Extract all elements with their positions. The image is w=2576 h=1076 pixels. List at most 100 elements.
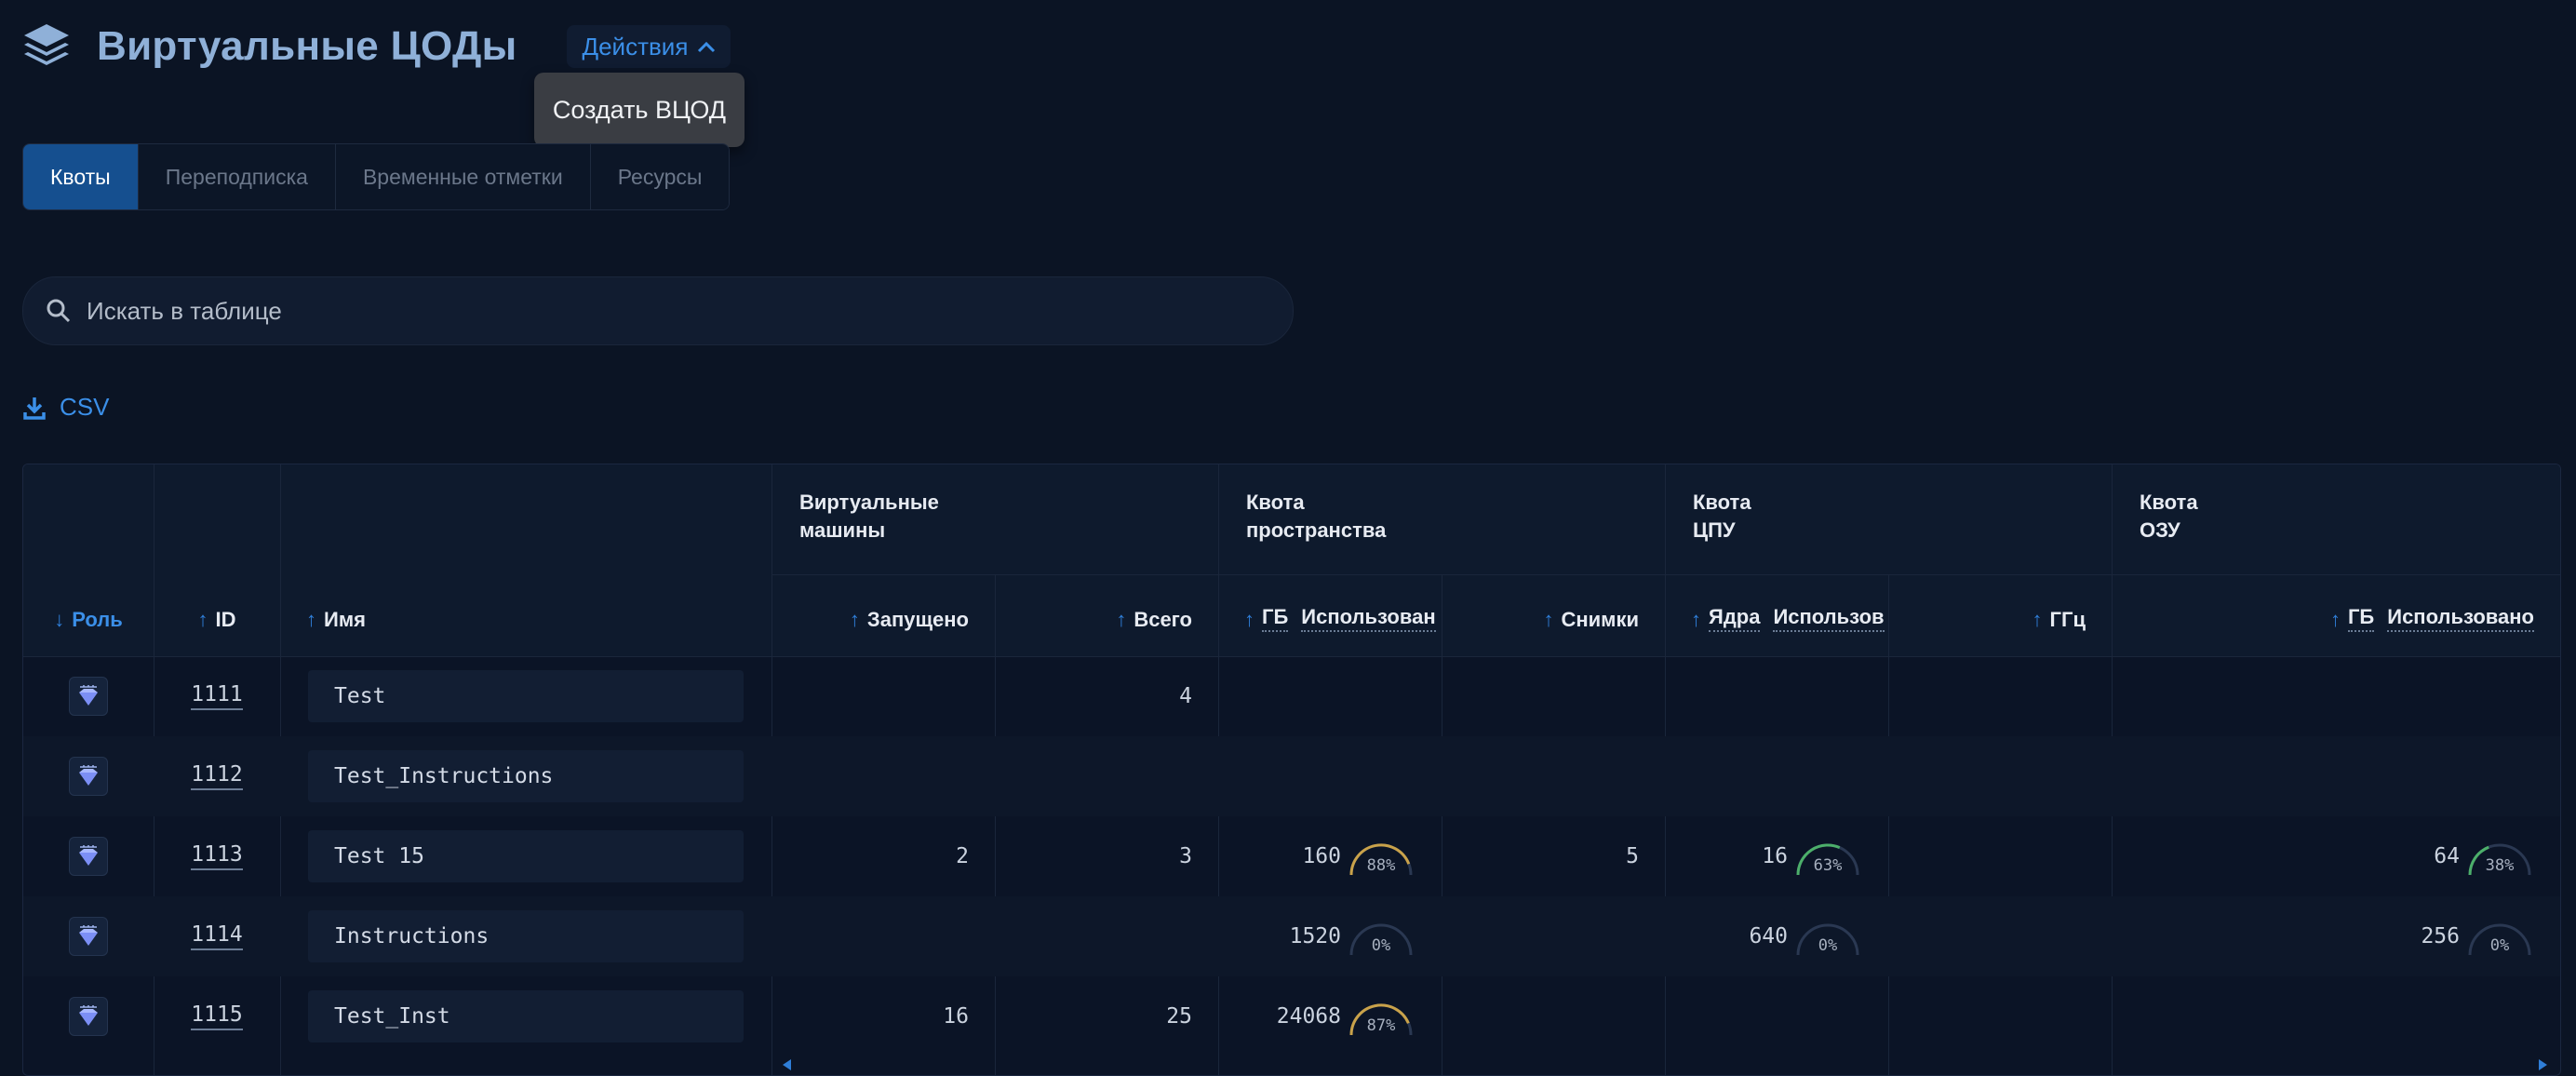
total-cell-value: 3 — [1179, 844, 1192, 868]
snapshots-sort-up-icon: ↑ — [1543, 608, 1554, 631]
column-cores[interactable]: ↑ Ядра Использов — [1665, 574, 1888, 656]
space-usage-gauge: 87% — [1347, 996, 1415, 1037]
search-input[interactable] — [85, 295, 1205, 327]
total-cell: 3 — [995, 816, 1218, 896]
column-name[interactable]: ↑ Имя — [280, 574, 771, 656]
actions-button[interactable]: Действия — [567, 25, 731, 68]
horizontal-scrollbar[interactable] — [759, 1056, 2547, 1074]
ram-used-header-label: Использовано — [2387, 605, 2534, 632]
id-link[interactable]: 1113 — [191, 842, 243, 870]
id-cell: 1112 — [154, 736, 280, 816]
ram-usage-gauge-percent: 38% — [2485, 856, 2515, 875]
cores-usage-gauge: 63% — [1793, 836, 1862, 877]
csv-export-button[interactable]: CSV — [22, 393, 109, 422]
cores-cell — [1665, 656, 1888, 736]
id-sort-up-icon: ↑ — [197, 608, 208, 631]
diamond-crown-icon — [69, 997, 108, 1036]
tab-2[interactable]: Временные отметки — [334, 144, 590, 209]
total-cell: 25 — [995, 976, 1218, 1056]
column-ghz[interactable]: ↑ ГГц — [1888, 574, 2112, 656]
running-sort-up-icon: ↑ — [849, 608, 860, 631]
cores-header-label: Ядра — [1709, 605, 1761, 632]
ghz-cell — [1888, 976, 2112, 1056]
app-header: Виртуальные ЦОДы Действия — [20, 17, 731, 76]
page-title: Виртуальные ЦОДы — [97, 23, 517, 69]
create-vdc-menu-item[interactable]: Создать ВЦОД — [534, 73, 745, 147]
column-role[interactable]: ↓ Роль — [23, 574, 154, 656]
name-field[interactable]: Instructions — [308, 910, 744, 962]
ram-cell-value: 64 — [2434, 844, 2460, 868]
snapshots-cell: 5 — [1442, 816, 1665, 896]
table-row[interactable]: 1111 Test 4 — [23, 656, 2560, 736]
tab-bar: Квоты Переподписка Временные отметки Ресурс… — [22, 143, 731, 210]
ram-usage-gauge: 0% — [2465, 916, 2534, 957]
name-cell: Test 15 — [308, 816, 771, 896]
diamond-crown-icon — [69, 837, 108, 876]
tab-3[interactable]: Ресурсы — [589, 144, 730, 209]
role-sort-down-icon: ↓ — [54, 608, 65, 631]
snapshots-cell — [1442, 656, 1665, 736]
column-id[interactable]: ↑ ID — [154, 574, 280, 656]
name-field[interactable]: Test_Inst — [308, 990, 744, 1042]
diamond-icon — [79, 925, 98, 946]
group-header-vm: Виртуальные машины — [799, 491, 939, 542]
diamond-icon — [79, 765, 98, 786]
total-cell-value: 4 — [1179, 684, 1192, 708]
ram-cell-value: 256 — [2421, 924, 2460, 948]
total-header-label: Всего — [1134, 608, 1192, 631]
id-link[interactable]: 1115 — [191, 1002, 243, 1030]
ram-cell — [2112, 736, 2560, 816]
scroll-left-icon[interactable] — [780, 1057, 793, 1072]
running-cell — [771, 736, 995, 816]
total-cell — [995, 736, 1218, 816]
ram-cell — [2112, 656, 2560, 736]
running-cell: 2 — [771, 816, 995, 896]
name-field[interactable]: Test 15 — [308, 830, 744, 882]
diamond-crown-icon — [69, 677, 108, 716]
column-total[interactable]: ↑ Всего — [995, 574, 1218, 656]
snapshots-cell — [1442, 976, 1665, 1056]
role-cell — [23, 736, 154, 816]
name-field[interactable]: Test — [308, 670, 744, 722]
table-row[interactable]: 1115 Test_Inst 16 25 24068 87% — [23, 976, 2560, 1056]
id-link[interactable]: 1114 — [191, 922, 243, 950]
table-row[interactable]: 1113 Test 15 2 3 160 88% 5 16 63% 64 38% — [23, 816, 2560, 896]
ram-gb-header-label: ГБ — [2347, 605, 2375, 632]
actions-label: Действия — [582, 32, 689, 61]
quota-table: Виртуальные машины Квота пространства Квот… — [22, 464, 2561, 1076]
space-cell-value: 24068 — [1276, 1004, 1341, 1029]
space-cell-value: 160 — [1302, 844, 1341, 868]
cores-cell — [1665, 736, 1888, 816]
ghz-header-label: ГГц — [2049, 608, 2086, 631]
tab-1[interactable]: Переподписка — [137, 144, 335, 209]
role-cell — [23, 976, 154, 1056]
ghz-cell — [1888, 896, 2112, 976]
id-link[interactable]: 1111 — [191, 682, 243, 710]
scroll-right-icon[interactable] — [2537, 1057, 2550, 1072]
ram-cell: 256 0% — [2112, 896, 2560, 976]
column-space[interactable]: ↑ ГБ Использован — [1218, 574, 1442, 656]
table-row[interactable]: 1112 Test_Instructions — [23, 736, 2560, 816]
cores-cell-value: 640 — [1749, 924, 1788, 948]
column-ram[interactable]: ↑ ГБ Использовано — [2112, 574, 2560, 656]
name-field[interactable]: Test_Instructions — [308, 750, 744, 802]
cores-cell: 640 0% — [1665, 896, 1888, 976]
space-cell-value: 1520 — [1289, 924, 1341, 948]
name-cell: Instructions — [308, 896, 771, 976]
ram-cell: 64 38% — [2112, 816, 2560, 896]
id-link[interactable]: 1112 — [191, 762, 243, 790]
column-running[interactable]: ↑ Запущено — [771, 574, 995, 656]
total-sort-up-icon: ↑ — [1116, 608, 1127, 631]
table-row[interactable]: 1114 Instructions 1520 0% 640 0% 256 0% — [23, 896, 2560, 976]
cores-cell-value: 16 — [1762, 844, 1788, 868]
group-header-cpu: Квота ЦПУ — [1693, 491, 1751, 542]
table-search[interactable] — [22, 276, 1294, 345]
column-snapshots[interactable]: ↑ Снимки — [1442, 574, 1665, 656]
diamond-icon — [79, 845, 98, 866]
running-cell — [771, 896, 995, 976]
group-header-space: Квота пространства — [1246, 491, 1387, 542]
space-cell — [1218, 656, 1442, 736]
tab-0[interactable]: Квоты — [23, 144, 138, 209]
name-sort-up-icon: ↑ — [306, 608, 316, 631]
cores-sort-up-icon: ↑ — [1691, 608, 1701, 631]
